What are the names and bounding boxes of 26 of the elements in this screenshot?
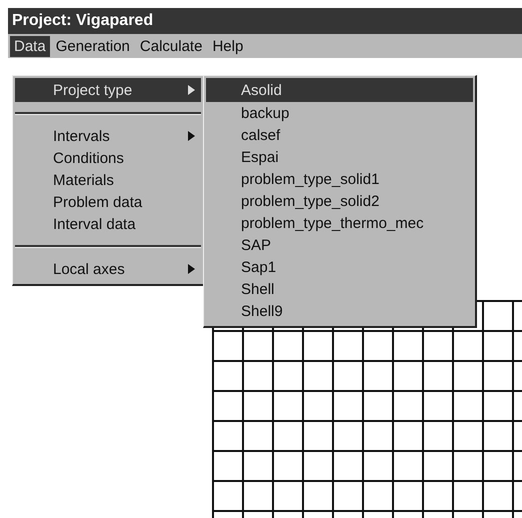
menu-item[interactable]: Local axes: [15, 258, 201, 280]
menu-item[interactable]: Espai: [206, 146, 473, 168]
menu-item[interactable]: calsef: [206, 124, 473, 146]
menu-bar-item[interactable]: Data: [10, 36, 50, 56]
menu-item[interactable]: SAP: [206, 234, 473, 256]
window-title: Project: Vigapared: [12, 12, 154, 30]
menu-item[interactable]: Problem data: [15, 191, 201, 213]
menu-item[interactable]: problem_type_solid2: [206, 190, 473, 212]
menu-item[interactable]: Conditions: [15, 147, 201, 169]
menu-item[interactable]: Shell: [206, 278, 473, 300]
menu-item[interactable]: Sap1: [206, 256, 473, 278]
menu-item[interactable]: backup: [206, 102, 473, 124]
menu-bar-item[interactable]: Calculate: [136, 36, 206, 56]
menu-bar-item[interactable]: Generation: [52, 36, 134, 56]
menu-item[interactable]: Project type: [15, 78, 201, 102]
menu-item[interactable]: Asolid: [206, 78, 473, 102]
submenu-arrow-icon: [188, 85, 195, 95]
menu-item[interactable]: Materials: [15, 169, 201, 191]
menu-item[interactable]: problem_type_solid1: [206, 168, 473, 190]
menu-item[interactable]: Interval data: [15, 213, 201, 235]
menu-item[interactable]: problem_type_thermo_mec: [206, 212, 473, 234]
menu-item[interactable]: Intervals: [15, 125, 201, 147]
submenu-arrow-icon: [188, 264, 195, 274]
menu-bar-item[interactable]: Help: [208, 36, 248, 56]
submenu-arrow-icon: [188, 131, 195, 141]
menu-item[interactable]: Shell9: [206, 300, 473, 322]
